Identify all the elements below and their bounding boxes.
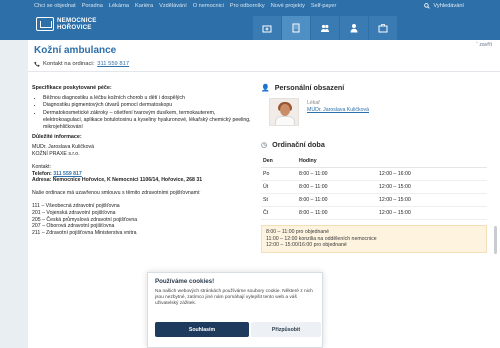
nav-item-nove-projekty[interactable]: Nové projekty bbox=[271, 3, 305, 9]
top-navigation: Chci se objednat Poradna Lékárna Kariéra… bbox=[34, 3, 336, 9]
people-icon bbox=[321, 24, 329, 32]
contact-label: Kontakt: bbox=[32, 163, 52, 170]
icon-tabs bbox=[253, 16, 397, 40]
staff-section-title: 👤 Personální obsazení bbox=[261, 83, 345, 92]
search-link[interactable]: Vyhledávání bbox=[424, 3, 464, 9]
table-row: Po 8:00 – 11:00 12:00 – 16:00 bbox=[261, 167, 487, 181]
chevron-up-icon: ˆ bbox=[476, 42, 478, 48]
nav-item-o-nemocnici[interactable]: O nemocnici bbox=[193, 3, 224, 9]
phone-link[interactable]: 311 559 817 bbox=[97, 61, 129, 67]
header-phone: Kontakt na ordinaci: 311 559 817 bbox=[34, 61, 129, 67]
scrollbar[interactable] bbox=[494, 226, 497, 254]
collapse-link[interactable]: ˆ zavřít bbox=[476, 42, 492, 48]
department-description: Specifikace poskytované péče: Běžnou dia… bbox=[32, 85, 254, 237]
logo-icon bbox=[36, 17, 54, 31]
company-name: KOŽNÍ PRAXE s.r.o. bbox=[32, 150, 80, 157]
insurer-item: 111 – Všeobecná zdravotní pojišťovna bbox=[32, 202, 120, 209]
page-header: Kožní ambulance Kontakt na ordinaci: 311… bbox=[28, 40, 500, 72]
list-item: Diagnostiku pigmentových útvarů pomocí d… bbox=[43, 102, 254, 109]
staff-name-link[interactable]: MUDr. Jaroslava Kuličková bbox=[307, 107, 369, 113]
nav-item-pro-odborniky[interactable]: Pro odborníky bbox=[230, 3, 265, 9]
tab-patients[interactable] bbox=[253, 16, 281, 40]
sidebar-info: 👤 Personální obsazení Lékař MUDr. Jarosl… bbox=[261, 83, 487, 253]
clock-icon: ◷ bbox=[261, 141, 268, 149]
nav-item-kariera[interactable]: Kariéra bbox=[135, 3, 153, 9]
phone-icon bbox=[34, 61, 40, 67]
doctor-icon bbox=[350, 24, 358, 33]
doctor-photo bbox=[269, 98, 299, 126]
tab-departments[interactable] bbox=[282, 16, 310, 40]
spec-heading: Specifikace poskytované péče: bbox=[32, 85, 112, 91]
person-icon: 👤 bbox=[261, 84, 270, 92]
page-title: Kožní ambulance bbox=[34, 45, 117, 56]
nav-item-lekarna[interactable]: Lékárna bbox=[109, 3, 129, 9]
hours-section-title: ◷ Ordinační doba bbox=[261, 140, 325, 149]
hospital-icon bbox=[262, 25, 272, 33]
table-row: Čt 8:00 – 11:00 12:00 – 15:00 bbox=[261, 206, 487, 220]
table-row: St 8:00 – 11:00 12:00 – 15:00 bbox=[261, 193, 487, 207]
staff-role: Lékař bbox=[307, 100, 320, 106]
hours-table: Den Hodiny Po 8:00 – 11:00 12:00 – 16:00 Ú… bbox=[261, 155, 487, 220]
nav-item-poradna[interactable]: Poradna bbox=[82, 3, 103, 9]
list-item: Dermatokosmetické zákroky – ošetření tva… bbox=[43, 110, 254, 130]
insurer-item: 207 – Oborová zdravotní pojišťovna bbox=[32, 223, 115, 230]
contact-phone: Telefon: 311 559 817 bbox=[32, 170, 82, 177]
insurer-item: 201 – Vojenská zdravotní pojišťovna bbox=[32, 209, 116, 216]
list-item: Běžnou diagnostiku a léčbu kožních choro… bbox=[43, 95, 254, 102]
contact-address: Adresa: Nemocnice Hořovice, K Nemocnici … bbox=[32, 177, 203, 184]
tab-doctors[interactable] bbox=[340, 16, 368, 40]
insurers-intro: Naše ordinace má uzavřenou smlouvu s těm… bbox=[32, 190, 201, 197]
info-heading: Důležité informace: bbox=[32, 134, 82, 141]
tab-people[interactable] bbox=[311, 16, 339, 40]
cookie-text: Na našich webových stránkách používáme s… bbox=[155, 289, 313, 307]
contact-phone-link[interactable]: 311 559 817 bbox=[53, 171, 82, 177]
doctor-name: MUDr. Jaroslava Kuličková bbox=[32, 144, 94, 151]
collapse-label: zavřít bbox=[479, 42, 492, 48]
phone-label: Kontakt na ordinaci: bbox=[43, 61, 95, 67]
search-label: Vyhledávání bbox=[433, 3, 464, 9]
top-bar: Chci se objednat Poradna Lékárna Kariéra… bbox=[0, 0, 500, 40]
table-row: Út 8:00 – 11:00 12:00 – 15:00 bbox=[261, 180, 487, 194]
search-icon bbox=[424, 3, 431, 9]
briefcase-icon bbox=[378, 24, 388, 33]
cookie-title: Používáme cookies! bbox=[155, 278, 215, 285]
logo-line-1: NEMOCNICE bbox=[57, 17, 97, 24]
nav-item-self-payer[interactable]: Self-payer bbox=[311, 3, 337, 9]
nav-item-objednat[interactable]: Chci se objednat bbox=[34, 3, 76, 9]
hours-notice: 8:00 – 11:00 pro objednané 11:00 – 12:00… bbox=[261, 225, 487, 253]
staff-card: Lékař MUDr. Jaroslava Kuličková bbox=[269, 98, 487, 126]
nav-item-vzdelavani[interactable]: Vzdělávání bbox=[159, 3, 187, 9]
tab-career[interactable] bbox=[369, 16, 397, 40]
customize-cookies-button[interactable]: Přizpůsobit bbox=[251, 322, 321, 337]
cookie-banner: Používáme cookies! Na našich webových st… bbox=[147, 272, 323, 348]
table-header: Den Hodiny bbox=[261, 155, 487, 168]
spec-list: Běžnou diagnostiku a léčbu kožních choro… bbox=[32, 95, 254, 131]
accept-cookies-button[interactable]: Souhlasím bbox=[155, 322, 249, 337]
hospital-logo[interactable]: NEMOCNICE HOŘOVICE bbox=[36, 17, 97, 31]
logo-line-2: HOŘOVICE bbox=[57, 24, 92, 31]
building-icon bbox=[292, 23, 300, 33]
insurer-item: 211 – Zdravotní pojišťovna Ministerstva … bbox=[32, 230, 137, 237]
insurer-item: 205 – Česká průmyslová zdravotní pojišťo… bbox=[32, 216, 138, 223]
